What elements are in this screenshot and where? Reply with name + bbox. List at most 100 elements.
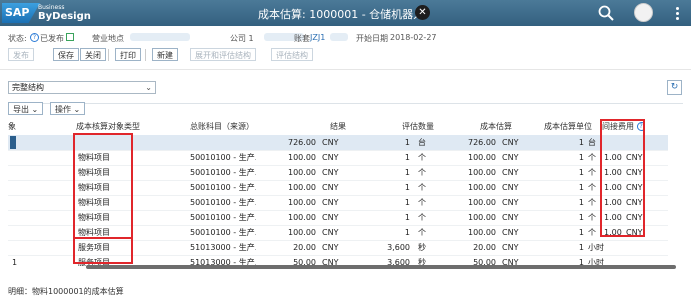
cell-account: 50010100 - 生产… <box>190 153 256 162</box>
cell-idx <box>12 210 26 225</box>
cell-est-unit-qty: 1 <box>578 153 584 162</box>
cell-unit: 个 <box>418 153 426 162</box>
cell-qty: 1 <box>404 213 410 222</box>
cell-result: 100.00 <box>288 168 316 177</box>
cell-idx <box>12 225 26 240</box>
cell-result: 100.00 <box>288 198 316 207</box>
status-label: 状态: <box>8 34 27 43</box>
new-button[interactable]: 新建 <box>152 48 178 61</box>
highlight-material-items <box>73 133 133 239</box>
cell-cur: CNY <box>322 183 339 192</box>
cell-result: 100.00 <box>288 183 316 192</box>
search-icon[interactable] <box>597 4 615 22</box>
evaluate-structure-button[interactable]: 评估结构 <box>271 48 313 61</box>
cell-est-unit-qty: 1 <box>578 228 584 237</box>
col-header-account[interactable]: 总账科目（来源） <box>190 119 300 135</box>
cell-est: 100.00 <box>468 198 496 207</box>
col-header-index[interactable]: 象 <box>8 119 22 135</box>
logo-sub: Business <box>38 4 65 11</box>
cell-cur: CNY <box>322 138 339 147</box>
cell-idx <box>12 180 26 195</box>
company-label: 公司 1 <box>230 34 254 43</box>
cell-idx <box>12 240 26 255</box>
cell-cur: CNY <box>322 198 339 207</box>
cell-est: 20.00 <box>473 243 496 252</box>
actions-button[interactable]: 操作 ⌄ <box>50 102 86 115</box>
horizontal-scrollbar[interactable] <box>86 265 676 269</box>
cell-est-cur: CNY <box>502 183 519 192</box>
save-button[interactable]: 保存 <box>53 48 79 61</box>
col-header-result[interactable]: 结果 <box>298 119 346 135</box>
cell-est: 726.00 <box>468 138 496 147</box>
export-button[interactable]: 导出 ⌄ <box>8 102 44 115</box>
cell-est: 100.00 <box>468 183 496 192</box>
status-value: 已发布 <box>40 34 64 43</box>
cell-est-cur: CNY <box>502 213 519 222</box>
publish-button[interactable]: 发布 <box>8 48 34 61</box>
cell-account: 50010100 - 生产… <box>190 198 256 207</box>
cell-account: 50010100 - 生产… <box>190 228 256 237</box>
more-options-icon[interactable] <box>671 5 683 21</box>
cell-qty: 1 <box>404 138 410 147</box>
cell-idx <box>12 165 26 180</box>
chevron-down-icon: ⌄ <box>145 83 152 92</box>
cell-est-unit-qty: 1 <box>578 213 584 222</box>
start-date-value: 2018-02-27 <box>390 33 437 42</box>
cell-cur: CNY <box>322 168 339 177</box>
cell-idx <box>12 150 26 165</box>
cell-est: 100.00 <box>468 153 496 162</box>
cell-qty: 1 <box>404 168 410 177</box>
col-header-estimate-unit[interactable]: 成本估算单位 <box>528 119 592 135</box>
cell-result: 100.00 <box>288 213 316 222</box>
cell-qty: 1 <box>404 153 410 162</box>
cell-unit: 秒 <box>418 243 426 252</box>
cell-est-cur: CNY <box>502 153 519 162</box>
cell-qty: 1 <box>404 183 410 192</box>
cell-unit: 个 <box>418 168 426 177</box>
avatar[interactable] <box>634 3 653 22</box>
cell-result: 20.00 <box>293 243 316 252</box>
start-date-label: 开始日期 <box>356 34 388 43</box>
table-top-border <box>8 103 683 104</box>
cell-result: 726.00 <box>288 138 316 147</box>
cell-unit: 个 <box>418 198 426 207</box>
cell-unit: 个 <box>418 228 426 237</box>
logo-name: ByDesign <box>38 11 91 22</box>
toolbar-separator <box>108 49 109 61</box>
cell-est: 100.00 <box>468 213 496 222</box>
cell-est-cur: CNY <box>502 228 519 237</box>
highlight-overhead-column <box>600 119 645 237</box>
cell-est-unit-qty: 1 <box>578 198 584 207</box>
structure-select[interactable]: 完整结构 ⌄ <box>8 81 156 94</box>
cell-cur: CNY <box>322 213 339 222</box>
sap-logo[interactable]: SAP Business ByDesign <box>2 3 91 23</box>
col-header-qty[interactable]: 评估数量 <box>388 119 434 135</box>
ledger-name-redacted <box>330 33 348 41</box>
cell-cur: CNY <box>322 228 339 237</box>
cell-unit: 个 <box>418 213 426 222</box>
cell-unit: 台 <box>418 138 426 147</box>
close-icon[interactable]: ✕ <box>415 5 430 20</box>
divider <box>0 69 691 70</box>
cell-est-cur: CNY <box>502 198 519 207</box>
site-label: 营业地点 <box>92 34 124 43</box>
cell-account: 51013000 - 生产… <box>190 243 256 252</box>
cell-unit: 个 <box>418 183 426 192</box>
structure-select-value: 完整结构 <box>12 83 44 92</box>
close-button[interactable]: 关闭 <box>80 48 106 61</box>
cell-account <box>190 135 256 150</box>
cell-est-unit-qty: 1 <box>578 168 584 177</box>
cell-est-unit-qty: 1 <box>578 183 584 192</box>
cell-account: 50010100 - 生产… <box>190 168 256 177</box>
print-button[interactable]: 打印 <box>115 48 141 61</box>
col-header-estimate[interactable]: 成本估算 <box>468 119 512 135</box>
ledger-value[interactable]: JZJ1 <box>310 33 325 42</box>
detail-caption: 明细：物料1000001的成本估算 <box>8 287 124 296</box>
cell-qty: 1 <box>404 228 410 237</box>
ledger-label: 账套 <box>294 34 310 43</box>
cell-account: 50010100 - 生产… <box>190 183 256 192</box>
cell-est-cur: CNY <box>502 243 519 252</box>
expand-evaluate-button[interactable]: 展开和评估结构 <box>190 48 256 61</box>
cell-idx <box>12 135 26 150</box>
refresh-icon[interactable]: ↻ <box>667 80 682 95</box>
